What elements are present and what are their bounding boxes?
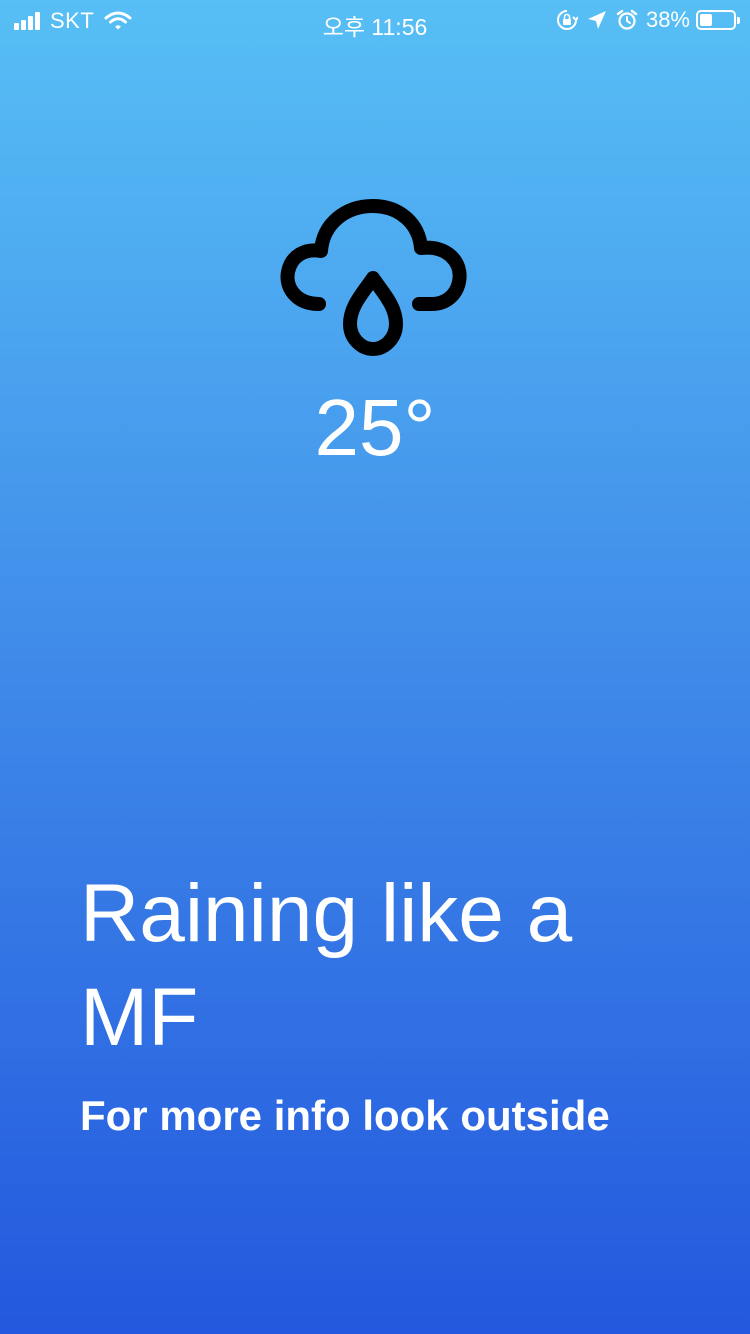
weather-headline: Raining like a MF	[80, 868, 573, 1063]
battery-icon	[696, 10, 740, 30]
battery-level	[700, 14, 713, 26]
weather-subtitle: For more info look outside	[80, 1092, 610, 1139]
status-right: 38%	[556, 7, 740, 33]
rain-cloud-icon	[280, 199, 467, 356]
alarm-icon	[616, 9, 638, 30]
battery-cap	[737, 17, 740, 24]
status-bar: SKT 오후 11:56 38%	[0, 0, 750, 40]
location-arrow-icon	[587, 11, 606, 29]
rotation-lock-icon	[556, 10, 578, 30]
temperature: 25°	[314, 383, 436, 472]
battery-percent: 38%	[645, 7, 690, 32]
